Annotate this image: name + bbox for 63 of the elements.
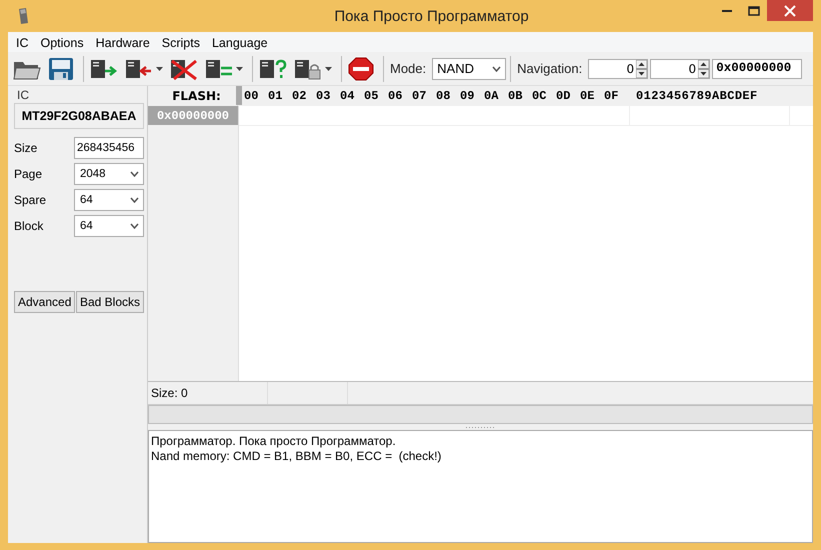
column-header: 0D xyxy=(556,89,570,103)
spin-arrows-icon[interactable] xyxy=(698,60,710,78)
field-label: Spare xyxy=(14,193,46,207)
column-header: 0F xyxy=(604,89,618,103)
column-header: 06 xyxy=(388,89,402,103)
column-header: 05 xyxy=(364,89,378,103)
splitter-handle-icon[interactable] xyxy=(466,426,496,428)
menu-item[interactable]: Scripts xyxy=(156,36,206,50)
column-header: 0B xyxy=(508,89,522,103)
column-header: 04 xyxy=(340,89,354,103)
stop-button[interactable] xyxy=(346,54,376,82)
stop-sign-icon xyxy=(348,56,374,80)
dropdown[interactable]: 64 xyxy=(74,215,144,237)
text-cursor xyxy=(236,86,242,105)
mode-dropdown[interactable]: NAND xyxy=(432,58,506,80)
status-text: Size: 0 xyxy=(148,382,268,404)
spin-box[interactable]: 0 xyxy=(588,58,648,78)
navigation-label: Navigation: xyxy=(517,61,582,76)
floppy-icon xyxy=(48,56,74,80)
column-header: 00 xyxy=(244,89,258,103)
close-button[interactable] xyxy=(767,0,813,21)
column-header: 0C xyxy=(532,89,546,103)
field-label: Block xyxy=(14,219,44,233)
caret-icon xyxy=(236,66,243,70)
column-header: 09 xyxy=(460,89,474,103)
maximize-icon xyxy=(748,6,760,16)
menu-item[interactable]: Options xyxy=(34,36,90,50)
chevron-icon xyxy=(130,197,139,203)
input-field[interactable]: 268435456 xyxy=(74,137,144,159)
dropdown[interactable]: 64 xyxy=(74,189,144,211)
address-field[interactable]: 0x00000000 xyxy=(712,58,802,78)
menu-item[interactable]: Hardware xyxy=(90,36,156,50)
dropdown[interactable]: 2048 xyxy=(74,163,144,185)
column-header: 07 xyxy=(412,89,426,103)
group-label: IC xyxy=(17,90,30,101)
mode-label: Mode: xyxy=(390,61,426,76)
menu-item[interactable]: IC xyxy=(10,36,34,50)
chevron-icon xyxy=(130,223,139,229)
field-label: Page xyxy=(14,167,42,181)
close-icon xyxy=(784,4,796,16)
chevron-icon xyxy=(492,66,502,72)
caret-icon xyxy=(325,66,332,70)
caret-icon xyxy=(156,66,163,70)
minimize-icon xyxy=(722,10,732,12)
spin-box[interactable]: 0 xyxy=(650,58,710,78)
column-header: 0A xyxy=(484,89,498,103)
column-header: 03 xyxy=(316,89,330,103)
button[interactable]: Advanced xyxy=(14,291,76,313)
column-header: 08 xyxy=(436,89,450,103)
menu-item[interactable]: Language xyxy=(206,36,274,50)
chevron-icon xyxy=(130,171,139,177)
app-icon xyxy=(16,7,30,25)
window-title: Пока Просто Программатор xyxy=(333,8,530,24)
log-line: Программатор. Пока просто Программатор. xyxy=(151,434,397,449)
column-header: 0E xyxy=(580,89,594,103)
chip-name-field: MT29F2G08ABAEA xyxy=(14,103,144,129)
log-line: Nand memory: CMD = B1, BBM = B0, ECC = (check!) xyxy=(151,449,442,464)
column-header: 01 xyxy=(268,89,282,103)
button[interactable]: Bad Blocks xyxy=(76,291,144,313)
field-label: Size xyxy=(14,141,38,155)
column-header: 0123456789ABCDEF xyxy=(636,89,758,103)
spin-arrows-icon[interactable] xyxy=(636,60,648,78)
column-header: 02 xyxy=(292,89,306,103)
